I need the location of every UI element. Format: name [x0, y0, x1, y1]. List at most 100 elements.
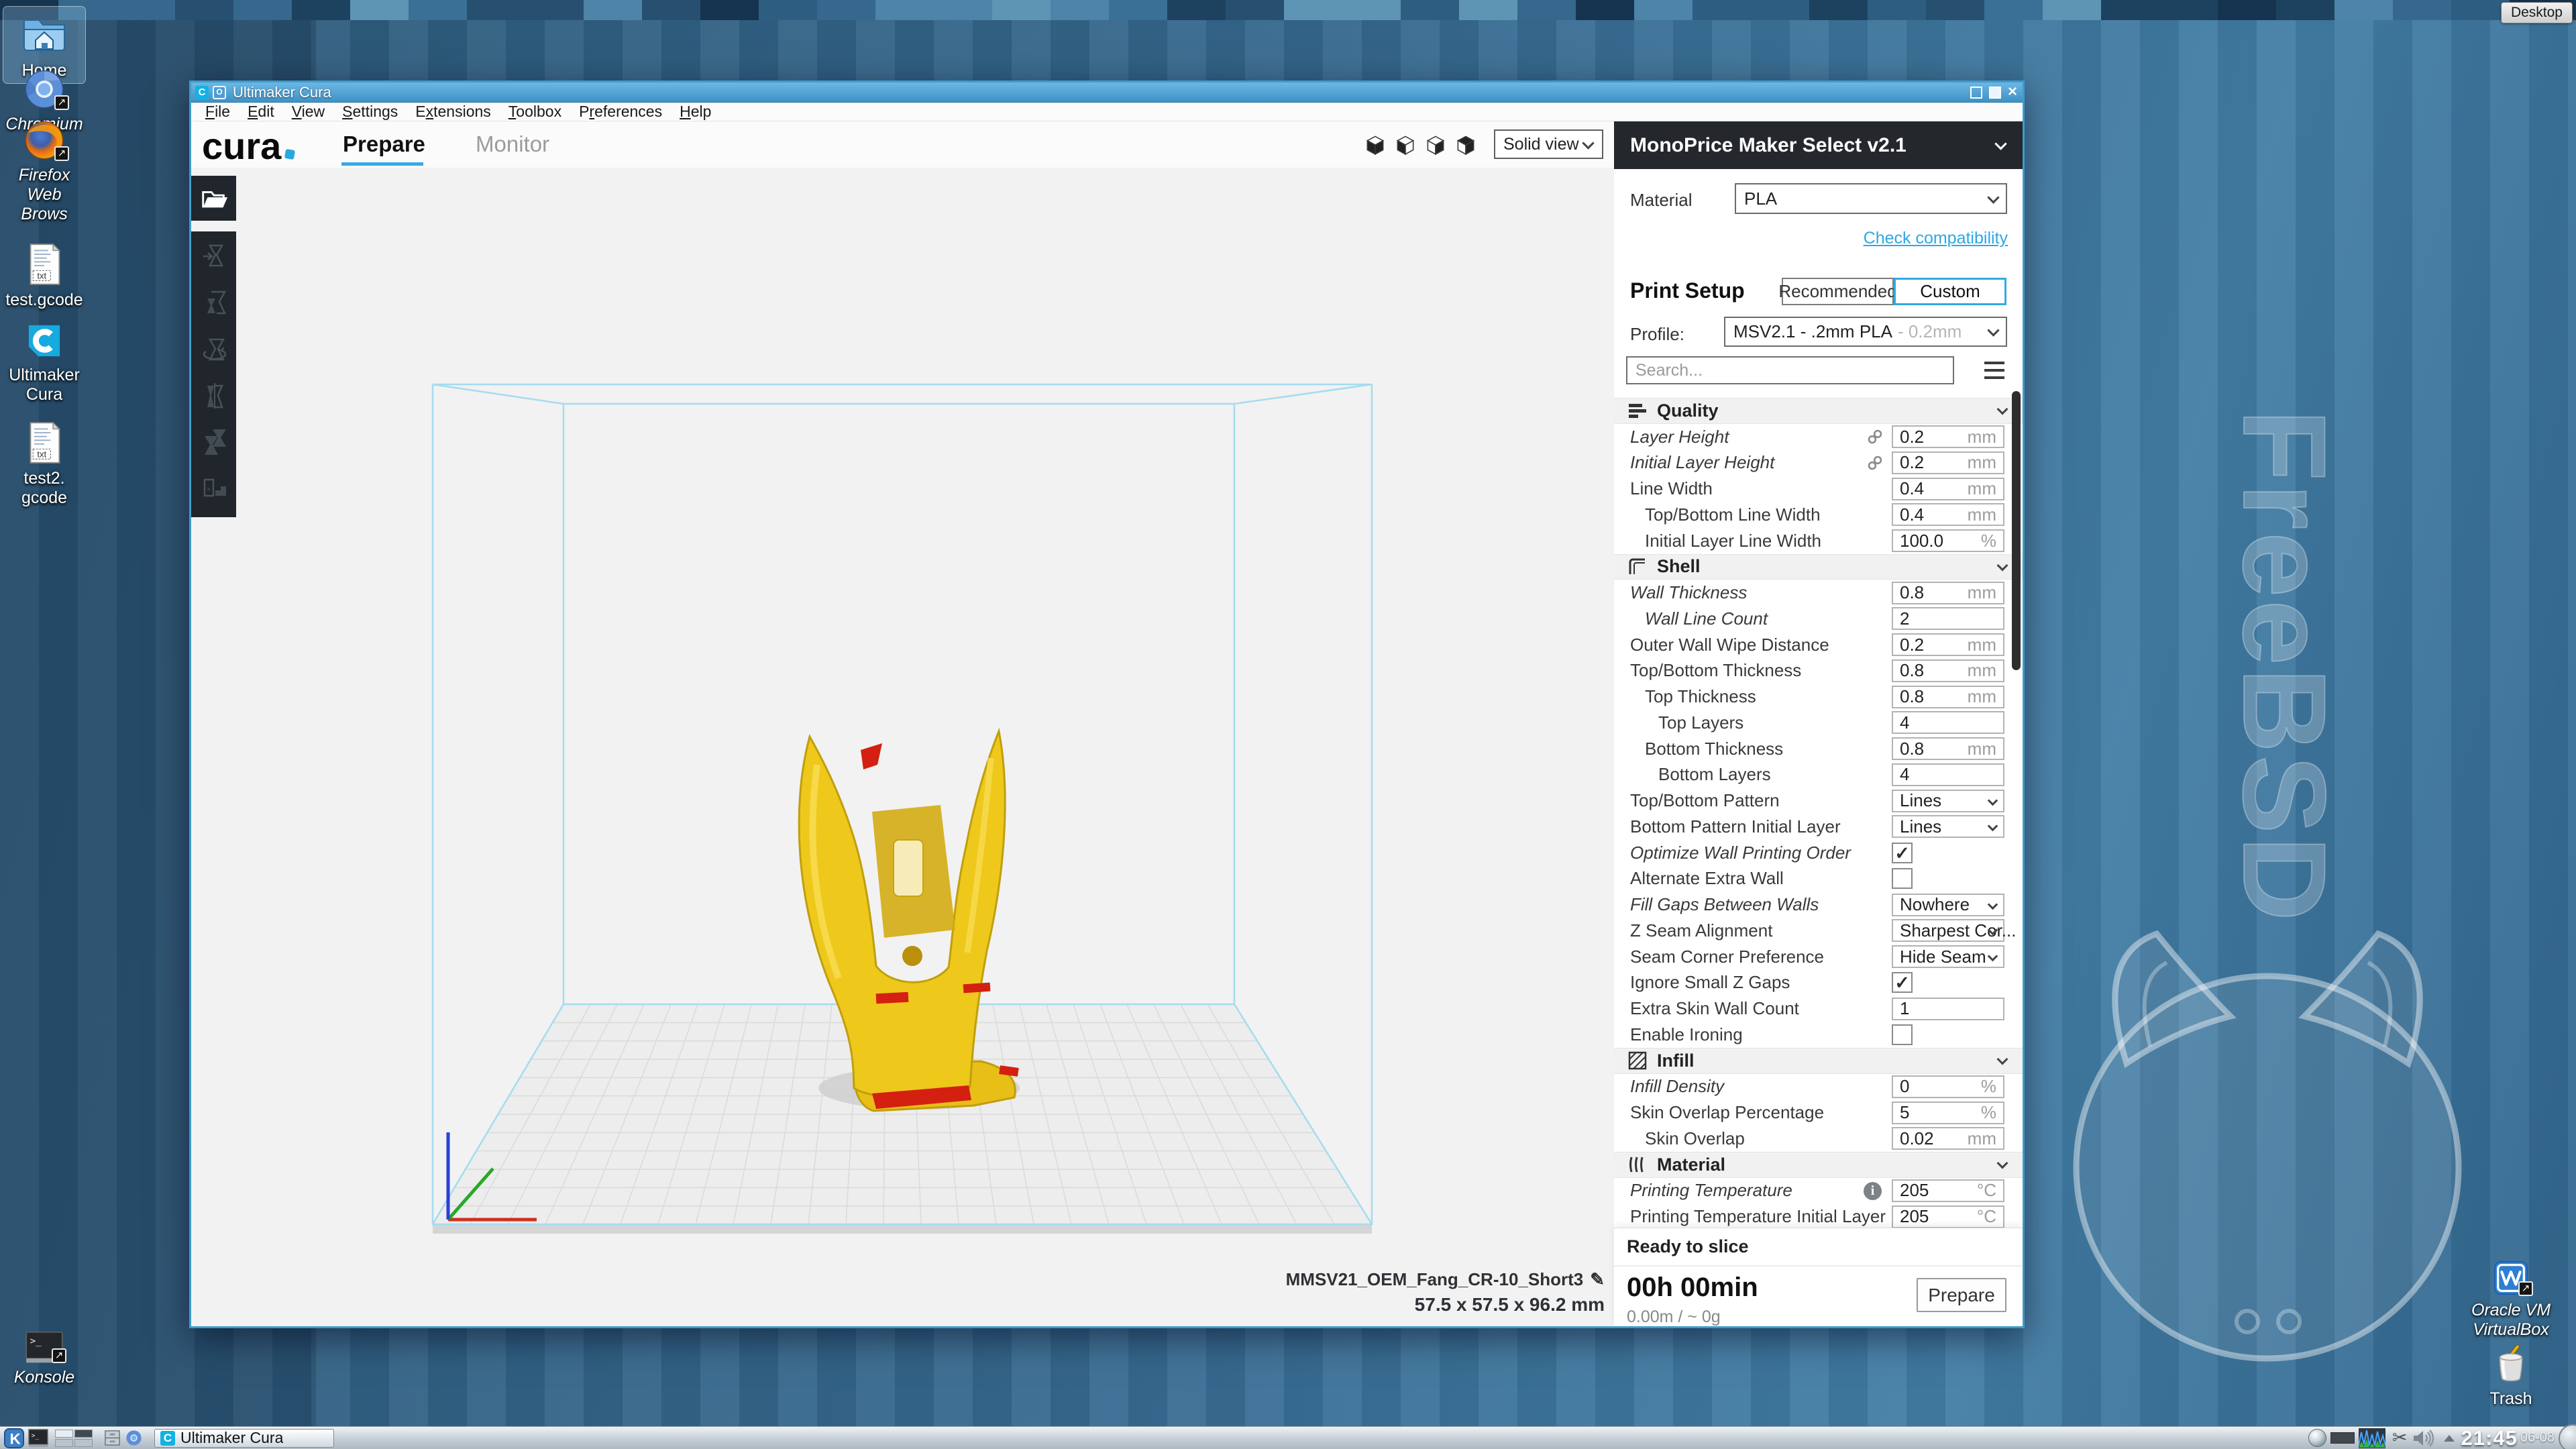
check-compatibility-link[interactable]: Check compatibility — [1864, 229, 2008, 248]
maximize-icon[interactable] — [1970, 87, 1982, 99]
tray-expand-arrow-icon[interactable] — [2444, 1435, 2455, 1442]
tab-prepare[interactable]: Prepare — [343, 131, 425, 157]
desktop-corner-button[interactable]: Desktop — [2501, 2, 2573, 23]
mirror-tool-icon[interactable] — [198, 379, 230, 416]
printer-selector[interactable]: MonoPrice Maker Select v2.1 — [1614, 121, 2023, 169]
menu-view[interactable]: View — [283, 103, 333, 121]
desktop-icon-firefox-webbrows[interactable]: ↗FirefoxWeb Brows — [3, 118, 85, 224]
settings-section-shell[interactable]: Shell — [1614, 554, 2023, 580]
setting-value-field[interactable]: 5% — [1892, 1102, 2004, 1124]
setting-value-field[interactable]: 205°C — [1892, 1179, 2004, 1202]
open-file-button[interactable] — [191, 176, 236, 221]
setting-dropdown[interactable]: Lines — [1892, 815, 2004, 838]
setting-checkbox[interactable]: ✓ — [1892, 843, 1913, 863]
session-button[interactable] — [2559, 1424, 2576, 1449]
setting-dropdown[interactable]: Hide Seam — [1892, 945, 2004, 968]
setting-value-field[interactable]: 0.4mm — [1892, 503, 2004, 526]
rotate-tool-icon[interactable] — [198, 333, 230, 370]
info-icon[interactable]: i — [1864, 1182, 1882, 1200]
viewport-3d[interactable]: × MMSV21_OEM_Fang_CR-10_Short3✎ 57.5 x 5… — [191, 168, 1614, 1326]
desktop-icon-oraclevm-virtualbox[interactable]: ↗Oracle VMVirtualBox — [2470, 1258, 2552, 1340]
value-text: 2 — [1900, 608, 1909, 629]
setting-value-field[interactable]: 0.8mm — [1892, 582, 2004, 604]
setting-value-field[interactable]: 0% — [1892, 1075, 2004, 1098]
settings-section-material[interactable]: Material — [1614, 1152, 2023, 1178]
menu-edit[interactable]: Edit — [239, 103, 283, 121]
window-titlebar[interactable]: C O Ultimaker Cura × — [191, 83, 2023, 103]
setting-value-field[interactable]: 0.8mm — [1892, 659, 2004, 682]
setting-value-field[interactable]: 0.8mm — [1892, 737, 2004, 760]
support-blocker-icon[interactable]: × — [198, 472, 230, 508]
chromium-tray-icon[interactable] — [125, 1430, 142, 1446]
setting-value-field[interactable]: 0.4mm — [1892, 478, 2004, 500]
desktop-icon-trash[interactable]: Trash — [2470, 1343, 2552, 1409]
mode-custom-button[interactable]: Custom — [1894, 278, 2006, 305]
taskbar-date[interactable]: 06-08 — [2520, 1430, 2555, 1446]
menu-extensions[interactable]: Extensions — [407, 103, 500, 121]
taskbar-clock[interactable]: 21:45 — [2461, 1426, 2518, 1449]
section-name: Material — [1657, 1155, 1725, 1175]
k-menu-button[interactable]: K — [4, 1428, 24, 1448]
taskbar-konsole-icon[interactable]: >_ — [28, 1429, 48, 1448]
setting-dropdown[interactable]: Lines — [1892, 790, 2004, 812]
setting-value-field[interactable]: 0.2mm — [1892, 451, 2004, 474]
profile-dropdown[interactable]: MSV2.1 - .2mm PLA - 0.2mm — [1724, 317, 2007, 347]
view-3d-icon[interactable] — [1363, 132, 1387, 160]
desktop-icon-test2-gcode[interactable]: txttest2.gcode — [3, 420, 85, 508]
tray-window-preview[interactable] — [2330, 1432, 2355, 1444]
setting-checkbox[interactable] — [1892, 1024, 1913, 1045]
per-model-settings-icon[interactable] — [198, 425, 230, 462]
mode-recommended-button[interactable]: Recommended — [1782, 278, 1894, 305]
system-monitor-graph[interactable] — [2359, 1428, 2385, 1448]
tray-sphere-icon[interactable] — [2308, 1429, 2326, 1447]
volume-icon[interactable] — [2412, 1428, 2436, 1448]
desktop-icon-ultimaker-cura[interactable]: UltimakerCura — [3, 319, 85, 405]
close-icon[interactable]: × — [2008, 87, 2017, 99]
settings-section-infill[interactable]: Infill — [1614, 1048, 2023, 1074]
setting-value-field[interactable]: 0.2mm — [1892, 633, 2004, 656]
file-manager-tray-icon[interactable] — [103, 1429, 121, 1447]
view-right-icon[interactable] — [1454, 132, 1478, 160]
menu-toolbox[interactable]: Toolbox — [500, 103, 570, 121]
setting-row: Enable Ironing — [1614, 1022, 2023, 1048]
settings-section-quality[interactable]: Quality — [1614, 398, 2023, 424]
setting-dropdown[interactable]: Sharpest Cor... — [1892, 919, 2004, 942]
menu-file[interactable]: File — [197, 103, 239, 121]
setting-value-field[interactable]: 0.02mm — [1892, 1127, 2004, 1150]
model-dimensions: 57.5 x 57.5 x 96.2 mm — [1286, 1294, 1605, 1316]
setting-value-field[interactable]: 0.2mm — [1892, 425, 2004, 448]
setting-checkbox[interactable]: ✓ — [1892, 972, 1913, 993]
view-mode-dropdown[interactable]: Solid view — [1494, 129, 1603, 159]
menu-settings[interactable]: Settings — [333, 103, 407, 121]
restore-icon[interactable] — [1989, 87, 2001, 99]
menu-preferences[interactable]: Preferences — [570, 103, 671, 121]
setting-checkbox[interactable] — [1892, 868, 1913, 889]
setting-value-field[interactable]: 205°C — [1892, 1205, 2004, 1228]
scale-tool-icon[interactable] — [198, 286, 230, 323]
active-tab-underline — [341, 162, 423, 166]
virtual-desktop-pager[interactable] — [55, 1430, 93, 1447]
klipper-scissors-icon[interactable]: ✂ — [2392, 1428, 2408, 1448]
settings-menu-icon[interactable] — [1984, 362, 2004, 379]
settings-search-input[interactable] — [1626, 356, 1954, 384]
settings-scrollbar[interactable] — [2012, 391, 2021, 670]
prepare-button[interactable]: Prepare — [1917, 1278, 2006, 1312]
desktop-icon-testgcode[interactable]: txttest.gcode — [3, 241, 85, 310]
taskbar-app-button[interactable]: C Ultimaker Cura — [154, 1429, 334, 1448]
desktop-icon-konsole[interactable]: >_↗Konsole — [3, 1331, 85, 1387]
setting-value-field[interactable]: 100.0% — [1892, 529, 2004, 552]
setting-value-field[interactable]: 0.8mm — [1892, 686, 2004, 708]
view-front-icon[interactable] — [1393, 132, 1417, 160]
setting-dropdown[interactable]: Nowhere — [1892, 894, 2004, 916]
menu-help[interactable]: Help — [671, 103, 720, 121]
setting-value-field[interactable]: 2 — [1892, 607, 2004, 630]
rename-pencil-icon[interactable]: ✎ — [1590, 1269, 1605, 1289]
setting-value-field[interactable]: 4 — [1892, 711, 2004, 734]
tab-monitor[interactable]: Monitor — [476, 131, 549, 157]
material-dropdown[interactable]: PLA — [1735, 183, 2007, 214]
window-menu-icon[interactable]: O — [213, 86, 226, 99]
setting-value-field[interactable]: 4 — [1892, 763, 2004, 786]
view-left-icon[interactable] — [1424, 132, 1448, 160]
move-tool-icon[interactable] — [198, 240, 230, 277]
setting-value-field[interactable]: 1 — [1892, 998, 2004, 1020]
